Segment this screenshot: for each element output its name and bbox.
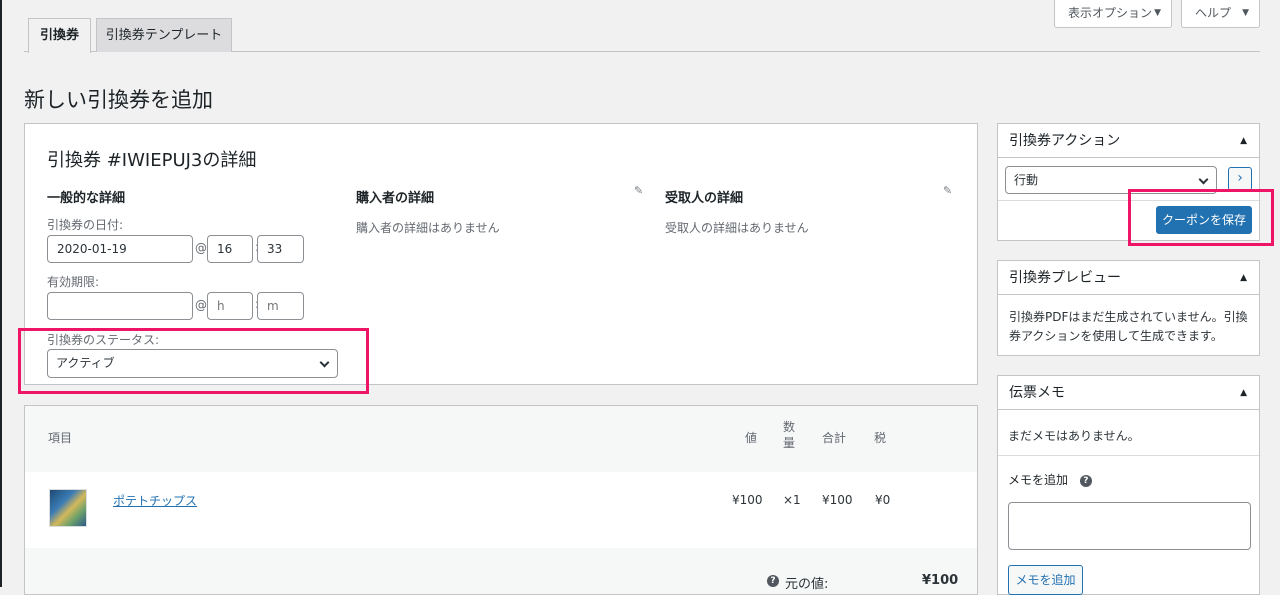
voucher-date-input[interactable] <box>47 235 193 263</box>
row-qty: ×1 <box>783 493 801 507</box>
recipient-details-heading: 受取人の詳細 <box>665 191 744 206</box>
chevron-right-icon: › <box>1237 170 1243 186</box>
row-value: ¥100 <box>732 493 763 507</box>
header-value: 値 <box>745 431 758 445</box>
order-notes-box: 伝票メモ ▲ まだメモはありません。 メモを追加 ? メモを追加 <box>997 375 1260 595</box>
no-notes-text: まだメモはありません。 <box>1008 429 1140 443</box>
table-row: ポテトチップス ¥100 ×1 ¥100 ¥0 <box>25 472 977 548</box>
hour-input[interactable] <box>207 235 253 263</box>
buyer-empty-text: 購入者の詳細はありません <box>356 221 500 235</box>
row-total: ¥100 <box>822 493 853 507</box>
screen-options-label: 表示オプション <box>1068 6 1153 20</box>
apply-action-button[interactable]: › <box>1228 167 1252 191</box>
action-select-value: 行動 <box>1014 173 1039 187</box>
items-panel: 項目 値 数量 合計 税 ポテトチップス ¥100 ×1 ¥100 ¥0 ? 元… <box>24 405 978 595</box>
screen-options-button[interactable]: 表示オプション ▼ <box>1054 0 1172 28</box>
add-note-label: メモを追加 <box>1008 473 1069 487</box>
at-separator: @ <box>195 241 207 255</box>
tab-vouchers[interactable]: 引換券 <box>28 18 91 53</box>
recipient-empty-text: 受取人の詳細はありません <box>665 221 809 235</box>
voucher-actions-header[interactable]: 引換券アクション ▲ <box>998 124 1259 158</box>
collapse-toggle-icon[interactable]: ▲ <box>1240 376 1247 410</box>
minute-input[interactable] <box>257 235 304 263</box>
voucher-title: 引換券 #IWIEPUJ3の詳細 <box>47 150 257 171</box>
caret-down-icon: ▼ <box>1154 8 1161 18</box>
expiry-hour-input[interactable] <box>207 292 253 320</box>
admin-sidebar-edge <box>0 0 2 587</box>
at-separator: @ <box>195 298 207 312</box>
voucher-preview-box: 引換券プレビュー ▲ 引換券PDFはまだ生成されていません。引換券アクションを使… <box>997 260 1260 356</box>
buyer-details-heading: 購入者の詳細 <box>356 191 435 206</box>
voucher-preview-title: 引換券プレビュー <box>1009 270 1121 286</box>
caret-down-icon: ▼ <box>1242 8 1249 18</box>
collapse-toggle-icon[interactable]: ▲ <box>1240 124 1247 158</box>
collapse-toggle-icon[interactable]: ▲ <box>1240 261 1247 295</box>
order-notes-header[interactable]: 伝票メモ ▲ <box>998 376 1259 410</box>
save-highlight-frame <box>1128 189 1274 246</box>
edit-recipient-pencil-icon[interactable]: ✎ <box>943 184 952 197</box>
original-value: ¥100 <box>922 573 959 588</box>
product-link[interactable]: ポテトチップス <box>113 492 197 509</box>
header-total: 合計 <box>822 431 847 445</box>
general-details-heading: 一般的な詳細 <box>47 191 126 206</box>
original-value-label: 元の値: <box>785 577 829 592</box>
help-icon[interactable]: ? <box>1079 473 1092 487</box>
order-notes-title: 伝票メモ <box>1009 385 1065 401</box>
help-label: ヘルプ <box>1195 6 1232 20</box>
divider <box>998 455 1259 456</box>
voucher-actions-title: 引換券アクション <box>1009 133 1121 149</box>
items-header: 項目 値 数量 合計 税 <box>25 406 977 472</box>
header-tax: 税 <box>874 431 887 445</box>
expiry-date-input[interactable] <box>47 292 193 320</box>
header-qty: 数量 <box>783 420 796 450</box>
row-tax: ¥0 <box>875 493 891 507</box>
voucher-preview-text: 引換券PDFはまだ生成されていません。引換券アクションを使用して生成できます。 <box>1009 310 1248 343</box>
header-item: 項目 <box>48 431 73 445</box>
voucher-date-label: 引換券の日付: <box>47 218 124 232</box>
tab-voucher-templates[interactable]: 引換券テンプレート <box>96 18 232 52</box>
page-title: 新しい引換券を追加 <box>24 88 213 112</box>
help-icon[interactable]: ? <box>767 573 779 588</box>
edit-buyer-pencil-icon[interactable]: ✎ <box>634 184 643 197</box>
expiry-minute-input[interactable] <box>257 292 304 320</box>
help-button[interactable]: ヘルプ ▼ <box>1181 0 1260 28</box>
note-textarea[interactable] <box>1008 502 1251 550</box>
status-highlight-frame <box>18 328 369 394</box>
add-note-label-row: メモを追加 ? <box>1008 471 1092 488</box>
product-thumbnail[interactable] <box>49 489 87 527</box>
chevron-down-icon <box>1198 174 1209 185</box>
add-note-button[interactable]: メモを追加 <box>1008 565 1083 595</box>
voucher-preview-header[interactable]: 引換券プレビュー ▲ <box>998 261 1259 295</box>
expiry-label: 有効期限: <box>47 275 100 289</box>
